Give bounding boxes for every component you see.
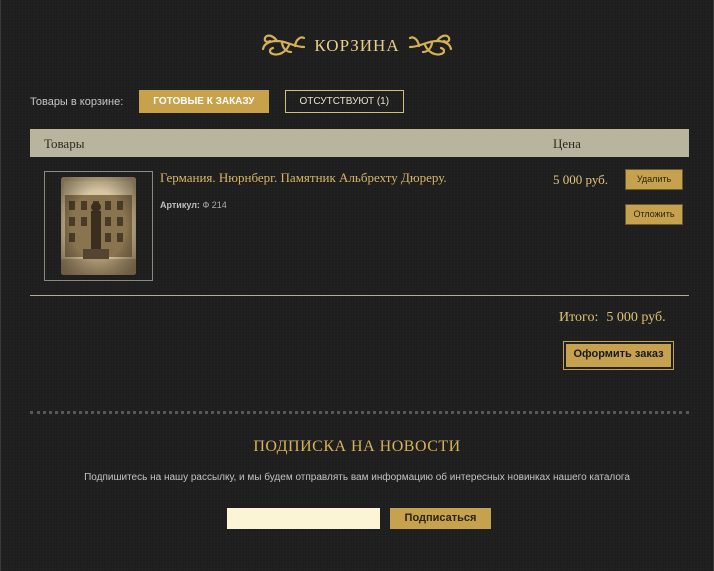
page-title: КОРЗИНА xyxy=(314,36,400,55)
right-ornament-icon xyxy=(408,34,452,56)
total-label: Итого: xyxy=(559,310,599,325)
checkout-button[interactable]: Оформить заказ xyxy=(563,341,674,370)
subscribe-button[interactable]: Подписаться xyxy=(390,508,491,529)
tab-missing[interactable]: ОТСУТСТВУЮТ (1) xyxy=(284,90,405,113)
product-name-link[interactable]: Германия. Нюрнберг. Памятник Альбрехту Д… xyxy=(160,170,447,186)
cart-filter-label: Товары в корзине: xyxy=(30,95,124,108)
delete-button[interactable]: Удалить xyxy=(626,170,682,189)
left-border xyxy=(0,0,1,571)
product-thumbnail[interactable] xyxy=(44,171,153,281)
column-header-price: Цена xyxy=(553,136,581,151)
product-sku-value: Ф 214 xyxy=(202,200,227,210)
product-price: 5 000 руб. xyxy=(553,172,609,187)
postpone-button[interactable]: Отложить xyxy=(626,205,682,224)
cart-filter-bar: Товары в корзине: ГОТОВЫЕ К ЗАКАЗУ ОТСУТ… xyxy=(30,90,405,113)
left-ornament-icon xyxy=(262,34,306,56)
product-sku: Артикул: Ф 214 xyxy=(160,200,227,210)
newsletter-description: Подпишитесь на нашу рассылку, и мы будем… xyxy=(84,472,630,483)
column-header-goods: Товары xyxy=(44,136,85,151)
newsletter-title: ПОДПИСКА НА НОВОСТИ xyxy=(253,438,461,455)
tab-ready-to-order[interactable]: ГОТОВЫЕ К ЗАКАЗУ xyxy=(139,90,269,113)
cart-table-header: Товары Цена xyxy=(30,129,689,157)
product-sku-label: Артикул: xyxy=(160,200,200,210)
total-value: 5 000 руб. xyxy=(606,310,666,325)
page-heading: КОРЗИНА xyxy=(0,30,714,62)
checkout-button-label: Оформить заказ xyxy=(566,344,671,367)
order-total: Итого: 5 000 руб. xyxy=(559,310,666,326)
newsletter-email-input[interactable] xyxy=(227,508,380,529)
section-divider xyxy=(30,411,689,414)
product-photo xyxy=(61,177,136,275)
cart-divider xyxy=(30,295,689,296)
